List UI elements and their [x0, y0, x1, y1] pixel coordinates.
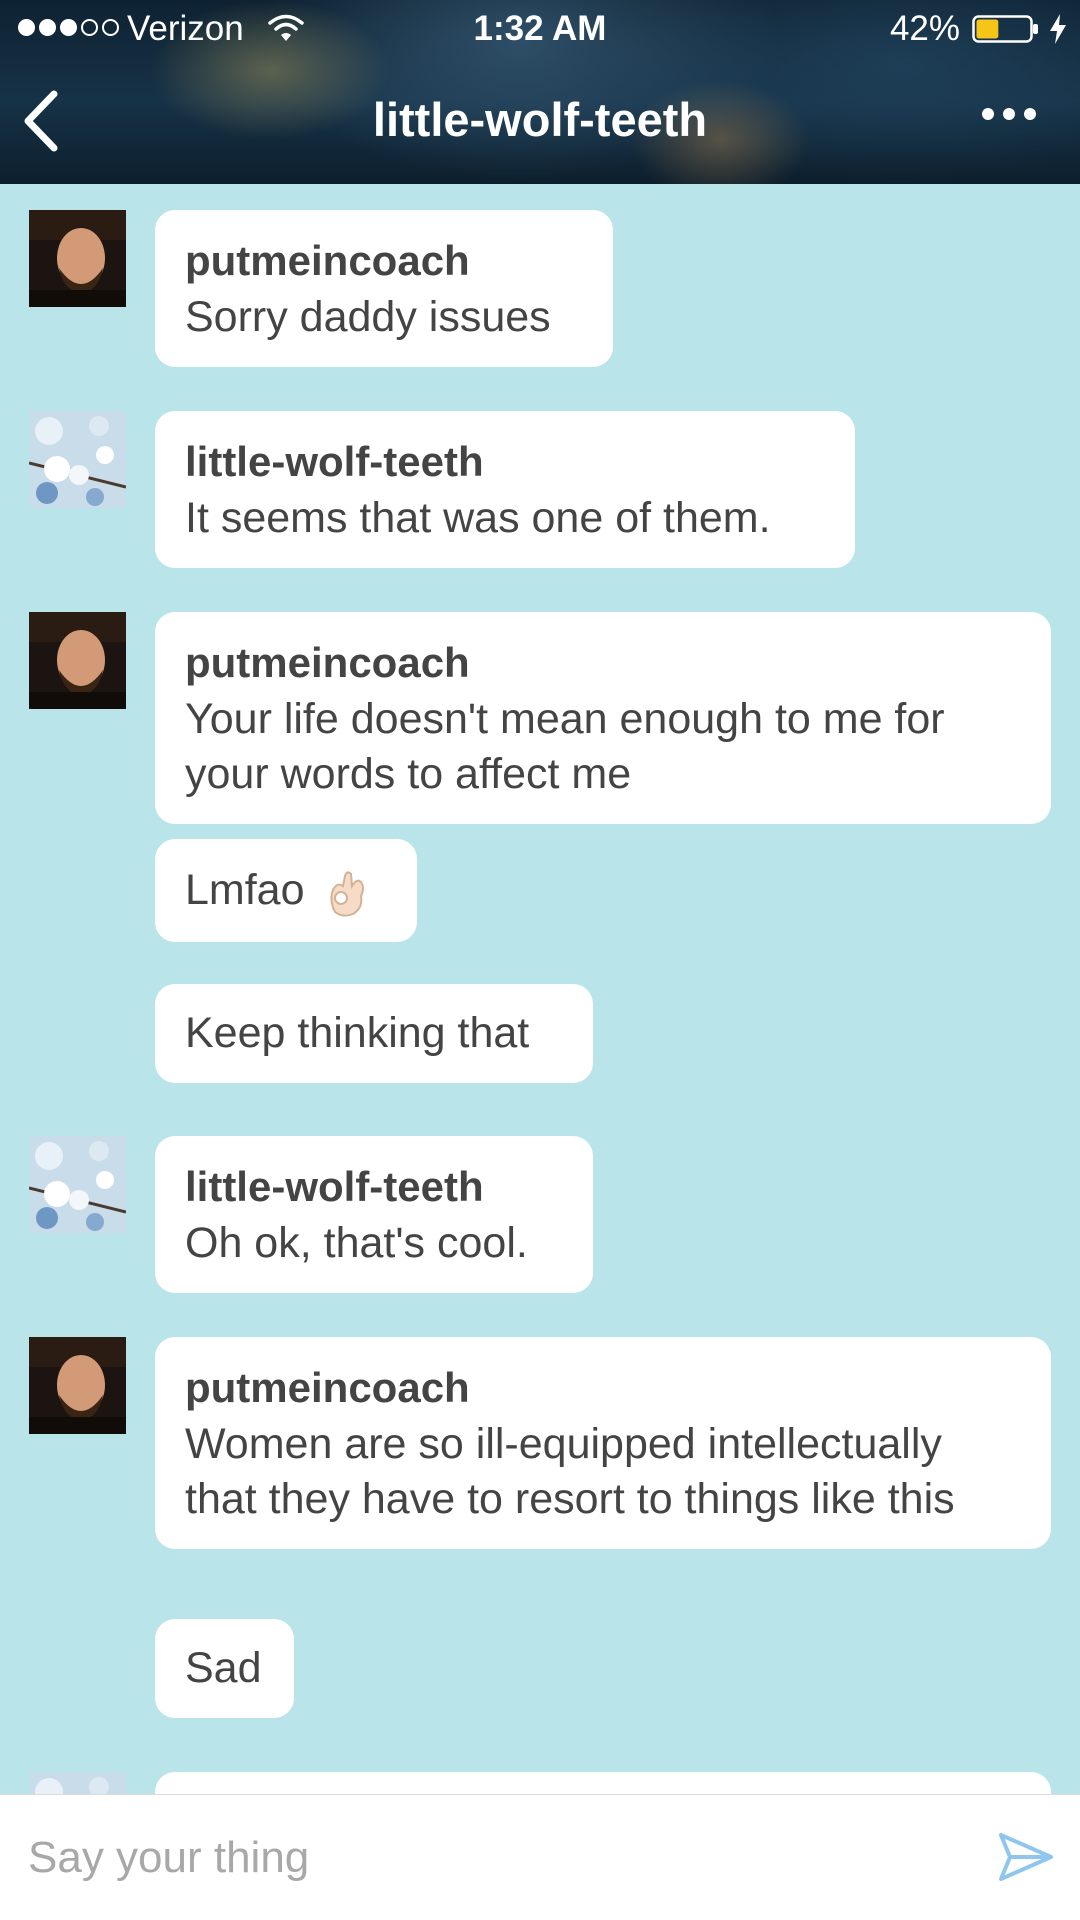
avatar-putmeincoach[interactable] — [29, 612, 126, 709]
message-input[interactable] — [26, 1825, 930, 1891]
message-text: Sorry daddy issues — [185, 293, 551, 341]
send-button[interactable] — [998, 1831, 1054, 1883]
ok-hand-emoji — [329, 871, 364, 917]
ellipsis-dot — [1003, 108, 1015, 120]
message-sender[interactable]: putmeincoach — [185, 634, 1021, 692]
message-text: Your life doesn't mean enough to me for … — [185, 695, 945, 798]
message-bubble: putmeincoach Women are so ill-equipped i… — [155, 1337, 1051, 1549]
message-bubble: putmeincoach Sorry daddy issues — [155, 210, 613, 367]
ellipsis-dot — [982, 108, 994, 120]
message-sender[interactable]: putmeincoach — [185, 1359, 1021, 1417]
message-text: Oh ok, that's cool. — [185, 1219, 528, 1267]
message-sender[interactable]: little-wolf-teeth — [185, 433, 825, 491]
more-options-button[interactable] — [982, 108, 1036, 120]
message-bubble: Keep thinking that — [155, 984, 593, 1083]
message-text: Sad — [185, 1644, 262, 1692]
avatar-putmeincoach[interactable] — [29, 1337, 126, 1434]
message-bubble: Lmfao — [155, 839, 417, 942]
avatar-putmeincoach[interactable] — [29, 210, 126, 307]
battery-percentage: 42% — [889, 9, 960, 48]
status-bar: Verizon 1:32 AM 42% — [0, 0, 1080, 58]
message-list[interactable]: putmeincoach Sorry daddy issues little-w… — [0, 184, 1080, 1794]
message-text: Keep thinking that — [185, 1009, 530, 1057]
avatar-little-wolf-teeth[interactable] — [29, 411, 126, 508]
message-composer — [0, 1794, 1080, 1920]
message-sender[interactable]: little-wolf-teeth — [185, 1158, 563, 1216]
message-bubble: putmeincoach Your life doesn't mean enou… — [155, 612, 1051, 824]
ellipsis-dot — [1024, 108, 1036, 120]
message-bubble: Sad — [155, 1619, 294, 1718]
message-sender[interactable]: putmeincoach — [185, 232, 583, 290]
message-text: It seems that was one of them. — [185, 494, 771, 542]
avatar-little-wolf-teeth[interactable] — [29, 1136, 126, 1233]
message-bubble: little-wolf-teeth Oh ok, that's cool. — [155, 1136, 593, 1293]
message-bubble: little-wolf-teeth It seems that was one … — [155, 411, 855, 568]
message-text: Women are so ill-equipped intellectually… — [185, 1420, 955, 1523]
conversation-title: little-wolf-teeth — [372, 93, 708, 146]
chat-screen: Verizon 1:32 AM 42% little-wolf-teeth pu… — [0, 0, 1080, 1920]
message-text-content: Lmfao — [185, 866, 305, 914]
battery-fill — [976, 19, 999, 39]
battery-icon — [972, 15, 1038, 43]
charging-bolt-icon — [1050, 14, 1066, 44]
message-bubble — [155, 1772, 1051, 1794]
send-icon — [999, 1833, 1053, 1881]
header: Verizon 1:32 AM 42% little-wolf-teeth — [0, 0, 1080, 184]
avatar-little-wolf-teeth[interactable] — [29, 1772, 126, 1794]
message-text: Lmfao — [185, 863, 387, 918]
